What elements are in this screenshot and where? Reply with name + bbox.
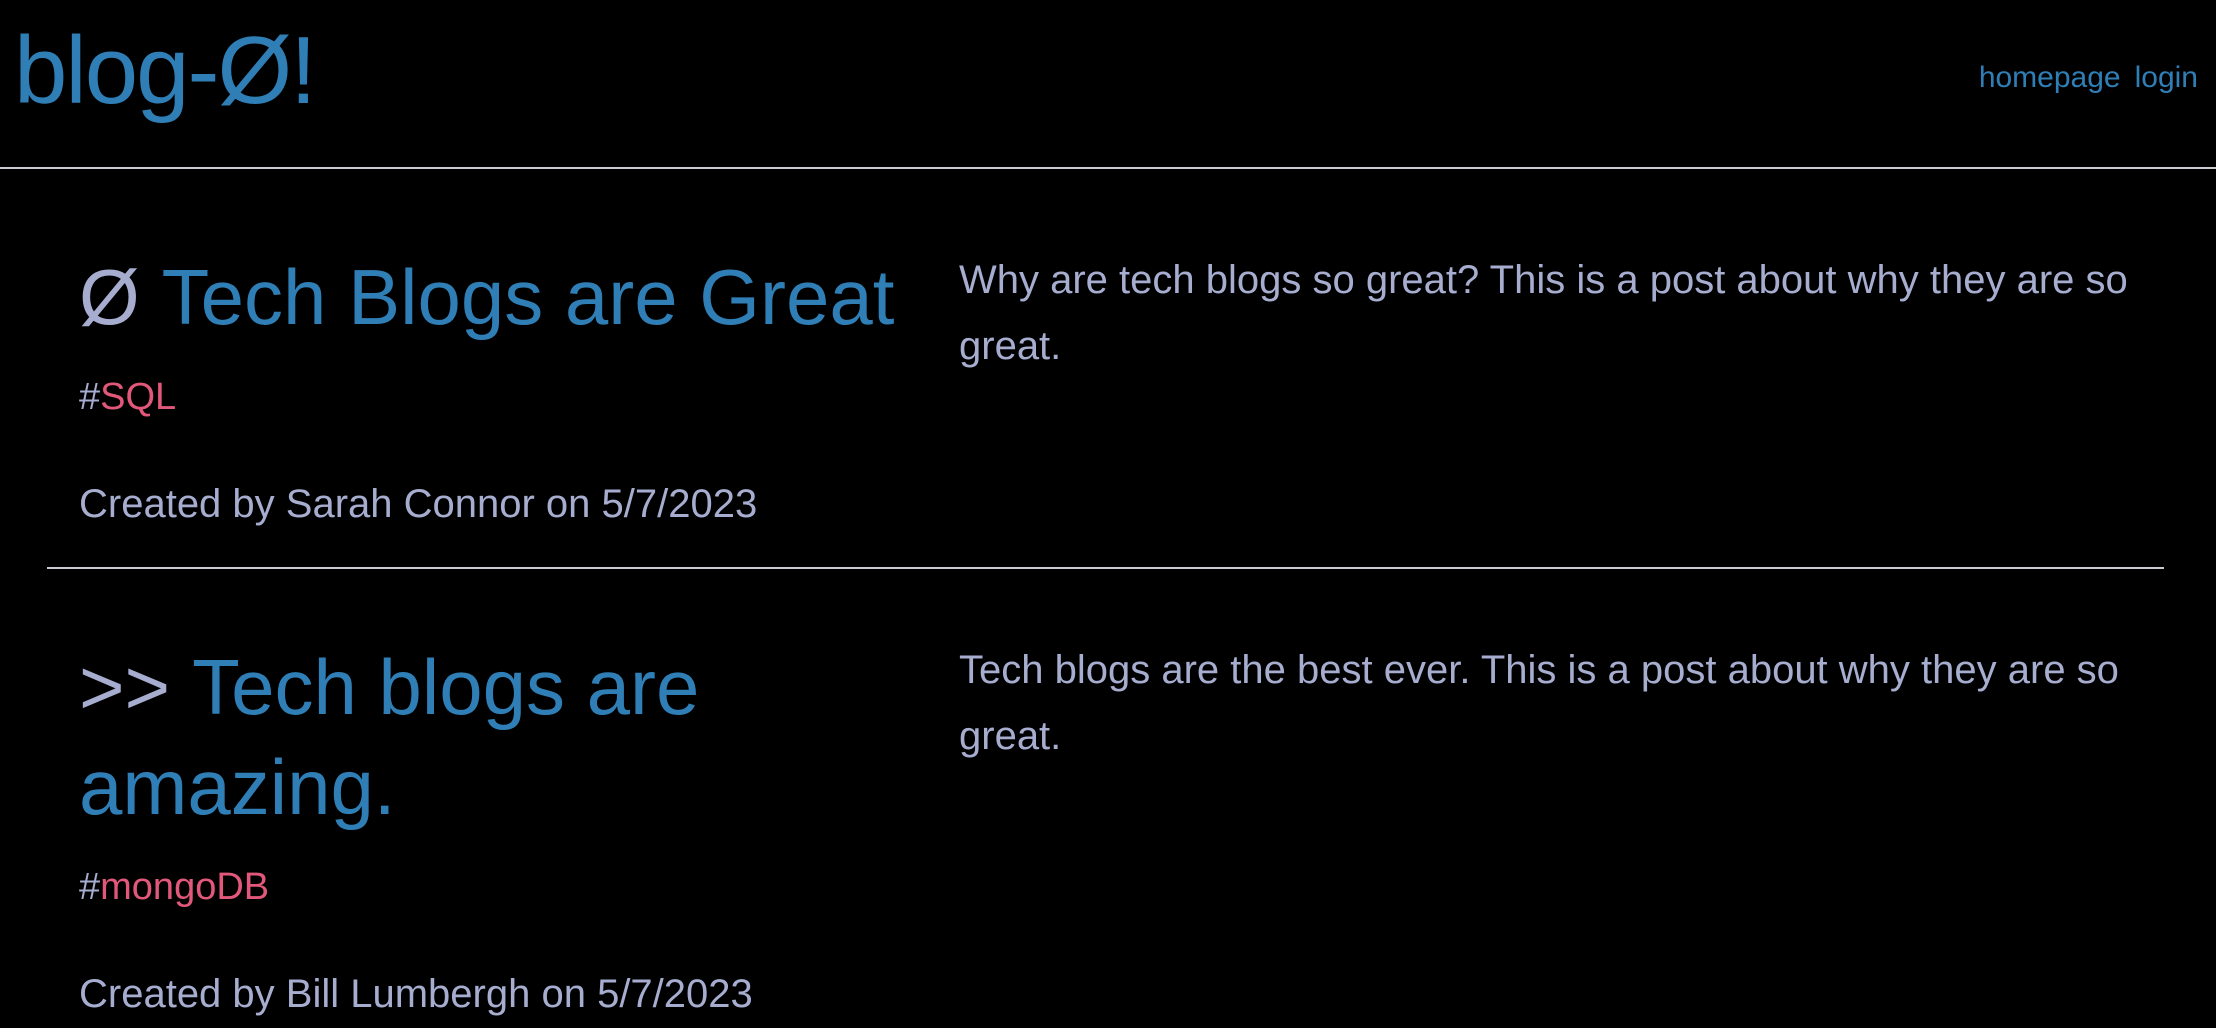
nav-homepage-link[interactable]: homepage [1979,61,2121,95]
post-summary: >> Tech blogs are amazing. #mongoDB Creat… [79,637,959,1019]
post-list: Ø Tech Blogs are Great #SQL Created by Sa… [0,169,2216,1028]
main-nav: homepage login [1979,61,2198,95]
post-tag: #mongoDB [79,863,959,911]
tag-link[interactable]: SQL [100,376,176,418]
site-header: blog-Ø! homepage login [0,0,2216,169]
tag-link[interactable]: mongoDB [100,866,269,908]
post-title[interactable]: Ø Tech Blogs are Great [79,247,959,347]
nav-login-link[interactable]: login [2135,61,2198,95]
post-summary: Ø Tech Blogs are Great #SQL Created by Sa… [79,247,959,529]
post-meta: Created by Sarah Connor on 5/7/2023 [79,482,758,526]
post-tag: #SQL [79,373,959,421]
app: blog-Ø! homepage login Ø Tech Blogs are G… [0,0,2216,1028]
post-marker: Ø [79,253,140,341]
tag-hash: # [79,866,101,908]
post-excerpt: Why are tech blogs so great? This is a p… [959,258,2128,368]
tag-hash: # [79,376,101,418]
post-excerpt: Tech blogs are the best ever. This is a … [959,648,2119,758]
post-title-text: Tech blogs are amazing. [79,643,700,831]
post-meta: Created by Bill Lumbergh on 5/7/2023 [79,972,753,1016]
post-marker: >> [79,643,171,731]
post-item: Ø Tech Blogs are Great #SQL Created by Sa… [47,169,2164,567]
post-item: >> Tech blogs are amazing. #mongoDB Creat… [47,567,2164,1028]
site-logo[interactable]: blog-Ø! [14,22,317,119]
post-title[interactable]: >> Tech blogs are amazing. [79,637,959,837]
post-title-text: Tech Blogs are Great [161,253,895,341]
